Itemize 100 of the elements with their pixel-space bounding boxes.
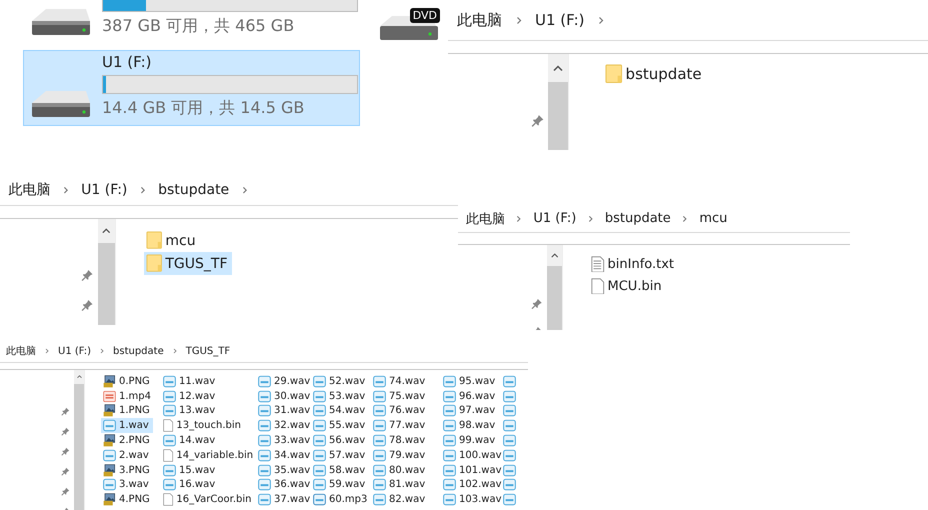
file-item[interactable]: 79.wav [371,448,430,463]
file-item[interactable]: 1.mp4 [101,388,155,404]
chevron-icon[interactable] [588,214,594,222]
file-item[interactable]: 103.wav [441,492,506,508]
file-item[interactable]: 15.wav [161,462,220,478]
breadcrumb-item[interactable]: TGUS_TF [186,346,230,356]
pin-icon[interactable] [61,447,70,456]
chevron-icon[interactable] [516,16,522,24]
file-item[interactable]: 82.wav [371,492,430,508]
file-item[interactable]: 78.wav [371,433,430,448]
audio-file-icon [163,404,176,418]
file-item[interactable]: 1.wav [101,418,153,434]
folder-icon [605,64,623,84]
audio-file-icon [258,404,271,418]
scroll-up-icon[interactable] [76,375,82,379]
file-item[interactable]: 11.wav [161,374,220,389]
breadcrumb-item[interactable]: U1 (F:) [533,211,576,226]
scroll-up-icon[interactable] [550,252,558,258]
file-item[interactable]: 14_variable.bin [161,448,258,463]
breadcrumb-item[interactable]: U1 (F:) [535,11,585,29]
chevron-icon[interactable] [45,348,49,354]
file-item[interactable]: 98.wav [441,418,500,434]
file-item[interactable]: 101.wav [441,462,506,478]
breadcrumb-item[interactable]: 此电脑 [466,210,505,228]
pin-icon[interactable] [61,407,70,416]
file-item[interactable]: 13.wav [161,404,220,418]
file-item[interactable]: 2.wav [101,448,153,463]
drive-tile[interactable]: 387 GB 可用，共 465 GB [23,0,360,44]
file-item[interactable]: 12.wav [161,388,220,404]
free-space-text: 14.4 GB 可用，共 14.5 GB [102,98,306,119]
file-item[interactable]: bstupdate [603,62,706,86]
image-file-icon [103,404,116,418]
chevron-icon[interactable] [100,348,104,354]
file-item[interactable]: 81.wav [371,478,430,492]
file-item[interactable]: binInfo.txt [589,253,678,275]
chevron-icon[interactable] [242,186,248,194]
file-item[interactable]: mcu [144,229,200,252]
audio-file-icon [103,478,116,492]
breadcrumb-item[interactable]: U1 (F:) [58,346,92,356]
chevron-icon[interactable] [62,186,69,194]
audio-file-icon [443,374,456,388]
drive-tile[interactable]: U1 (F:) 14.4 GB 可用，共 14.5 GB [23,50,360,126]
audio-file-icon [313,374,326,388]
audio-file-icon [503,419,516,432]
dvd-label: DVD [410,8,440,23]
file-item[interactable]: 96.wav [441,388,500,404]
file-item[interactable]: 102.wav [441,478,506,492]
audio-file-icon [373,419,386,432]
pin-icon[interactable] [530,114,544,128]
file-item[interactable]: 13_touch.bin [161,418,245,434]
file-item[interactable]: 3.wav [101,478,153,492]
pin-icon[interactable] [531,298,543,310]
file-item[interactable]: 97.wav [441,404,500,418]
file-item[interactable]: 76.wav [371,404,430,418]
file-item[interactable]: 16_VarCoor.bin [161,492,256,508]
pin-icon[interactable] [81,298,94,312]
file-item[interactable]: 0.PNG [101,374,154,389]
scroll-up-icon[interactable] [553,64,563,72]
file-item[interactable]: 14.wav [161,433,220,448]
file-item[interactable]: 99.wav [441,433,500,448]
breadcrumb-item[interactable]: bstupdate [158,182,230,198]
image-file-icon [103,493,116,506]
file-item[interactable]: 77.wav [371,418,430,434]
file-item[interactable]: 80.wav [371,462,430,478]
chevron-icon[interactable] [516,214,522,222]
audio-file-icon [103,448,116,462]
chevron-icon[interactable] [172,348,177,354]
file-item[interactable]: 4.PNG [101,492,154,508]
file-item[interactable]: 3.PNG [101,462,154,478]
pin-icon[interactable] [81,269,94,282]
audio-file-icon [373,448,386,462]
audio-file-icon [313,390,326,403]
scroll-up-icon[interactable] [102,228,111,234]
file-item[interactable]: MCU.bin [589,275,666,297]
breadcrumb-item[interactable]: U1 (F:) [81,182,128,198]
file-item[interactable]: 100.wav [441,448,506,463]
file-item[interactable]: 1.PNG [101,404,154,418]
file-item[interactable]: 16.wav [161,478,220,492]
breadcrumb-item[interactable]: mcu [699,211,728,226]
chevron-icon[interactable] [682,214,688,222]
file-item[interactable]: 2.PNG [101,433,154,448]
audio-file-icon [313,464,326,477]
breadcrumb-item[interactable]: 此电脑 [457,10,502,30]
breadcrumb-item[interactable]: bstupdate [604,211,671,226]
file-item[interactable]: 95.wav [441,374,500,389]
breadcrumb-item[interactable]: bstupdate [113,346,164,356]
audio-file-icon [103,419,116,432]
video-file-icon [103,390,116,403]
chevron-icon[interactable] [598,16,604,24]
file-item[interactable]: 75.wav [371,388,430,404]
audio-file-icon [373,434,386,448]
file-item[interactable]: 74.wav [371,374,430,389]
pin-icon[interactable] [61,467,70,476]
hard-drive-icon [30,7,92,37]
breadcrumb-item[interactable]: 此电脑 [6,344,36,358]
breadcrumb-item[interactable]: 此电脑 [8,181,50,199]
file-item[interactable]: TGUS_TF [144,252,232,275]
pin-icon[interactable] [61,487,70,496]
chevron-icon[interactable] [140,186,146,194]
pin-icon[interactable] [61,427,70,436]
